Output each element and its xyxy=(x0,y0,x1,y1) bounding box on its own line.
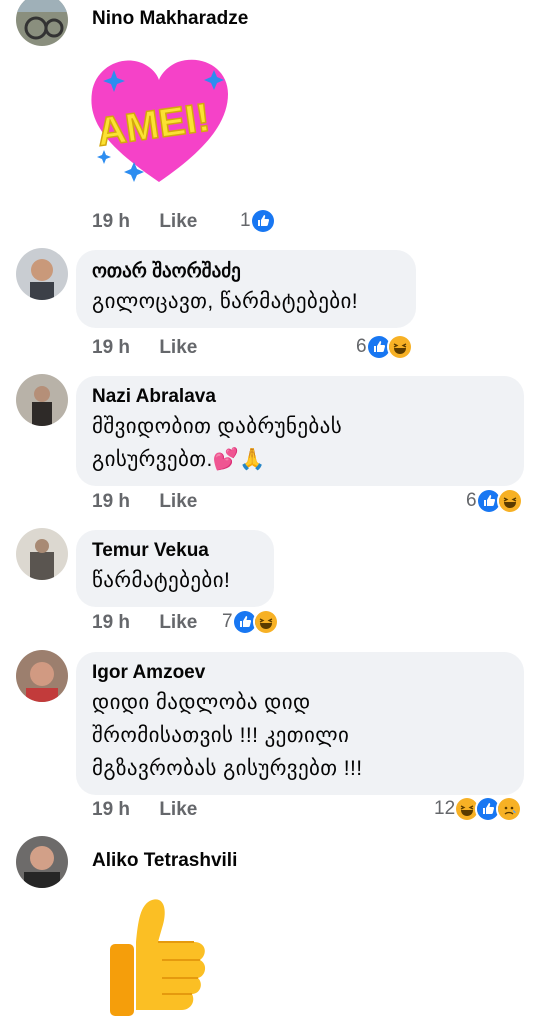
reaction-count: 7 xyxy=(222,611,233,632)
comment-author[interactable]: Temur Vekua xyxy=(92,540,258,562)
haha-reaction-icon xyxy=(386,334,413,360)
like-button[interactable]: Like xyxy=(159,211,197,233)
timestamp[interactable]: 19 h xyxy=(92,491,130,513)
like-button[interactable]: Like xyxy=(159,612,197,634)
reaction-count: 6 xyxy=(466,490,477,511)
comment-bubble: ოთარ შაორშაძე გილოცავთ, წარმატებები! xyxy=(76,250,416,328)
comment-bubble: Igor Amzoev დიდი მადლობა დიდ შრომისათვის… xyxy=(76,652,524,795)
reactions[interactable]: 7 xyxy=(222,609,279,635)
like-button[interactable]: Like xyxy=(159,799,197,821)
comment-text-line: დიდი მადლობა დიდ xyxy=(92,691,311,714)
avatar[interactable] xyxy=(16,0,68,46)
comment-text-line: შრომისათვის !!! კეთილი xyxy=(92,724,350,747)
comment-meta: 19 h Like xyxy=(92,211,197,233)
timestamp[interactable]: 19 h xyxy=(92,799,130,821)
comment-author[interactable]: Nazi Abralava xyxy=(92,386,508,408)
timestamp[interactable]: 19 h xyxy=(92,211,130,233)
avatar[interactable] xyxy=(16,248,68,300)
avatar[interactable] xyxy=(16,836,68,888)
comment-text: წარმატებები! xyxy=(92,569,231,592)
reaction-count: 6 xyxy=(356,336,367,357)
comment-bubble: Nazi Abralava მშვიდობით დაბრუნებას გისურ… xyxy=(76,376,524,486)
comment-meta: 19 h Like xyxy=(92,799,197,821)
reaction-count: 12 xyxy=(434,798,456,819)
amei-sticker: AMEI! xyxy=(84,50,234,190)
reaction-count: 1 xyxy=(240,210,251,231)
comment-meta: 19 h Like xyxy=(92,337,197,359)
thumbs-up-sticker xyxy=(96,892,216,1024)
reactions[interactable]: 1 xyxy=(240,208,276,234)
comment-meta: 19 h Like xyxy=(92,612,197,634)
haha-reaction-icon xyxy=(496,488,523,514)
reactions[interactable]: 6 xyxy=(466,488,523,514)
like-button[interactable]: Like xyxy=(159,337,197,359)
comment-text-line: გისურვებთ.💕🙏 xyxy=(92,448,266,471)
comment-text-line: მგზავრობას გისურვებთ !!! xyxy=(92,757,363,780)
avatar[interactable] xyxy=(16,650,68,702)
comment-author[interactable]: Aliko Tetrashvili xyxy=(92,850,237,872)
timestamp[interactable]: 19 h xyxy=(92,337,130,359)
like-reaction-icon xyxy=(249,208,276,234)
comment-author[interactable]: Nino Makharadze xyxy=(92,8,248,30)
avatar[interactable] xyxy=(16,528,68,580)
avatar[interactable] xyxy=(16,374,68,426)
comment-text: გილოცავთ, წარმატებები! xyxy=(92,290,359,313)
comment-author[interactable]: Igor Amzoev xyxy=(92,662,508,684)
haha-reaction-icon xyxy=(252,609,279,635)
comment-bubble: Temur Vekua წარმატებები! xyxy=(76,530,274,607)
timestamp[interactable]: 19 h xyxy=(92,612,130,634)
comment-text-line: მშვიდობით დაბრუნებას xyxy=(92,415,343,438)
reactions[interactable]: 12 xyxy=(434,796,523,822)
sad-reaction-icon xyxy=(496,796,523,822)
comment-author[interactable]: ოთარ შაორშაძე xyxy=(92,260,400,283)
reactions[interactable]: 6 xyxy=(356,334,413,360)
like-button[interactable]: Like xyxy=(159,491,197,513)
comment-meta: 19 h Like xyxy=(92,491,197,513)
